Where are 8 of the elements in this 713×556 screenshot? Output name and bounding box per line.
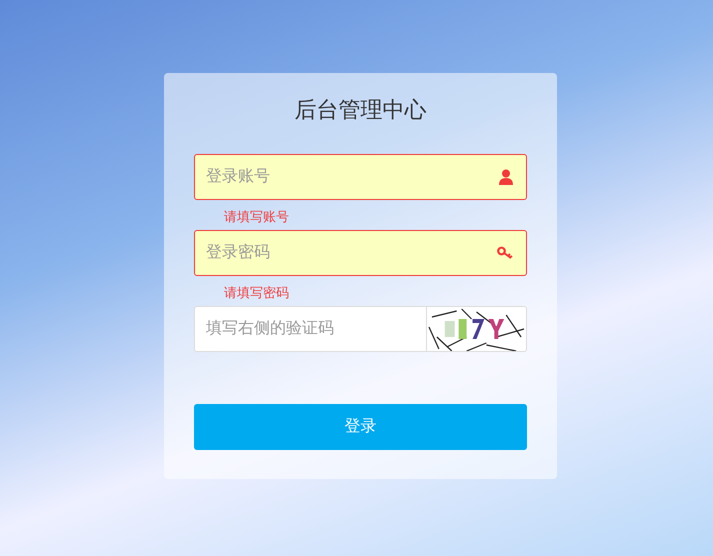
login-title: 后台管理中心: [294, 96, 428, 124]
key-icon: [497, 246, 513, 260]
username-field[interactable]: 登录账号: [194, 154, 527, 200]
password-field[interactable]: 登录密码: [194, 230, 527, 276]
login-button[interactable]: 登录: [194, 404, 527, 450]
error-message: 请填写密码: [224, 284, 289, 302]
user-icon: [499, 169, 513, 185]
error-message: 请填写账号: [224, 208, 289, 226]
